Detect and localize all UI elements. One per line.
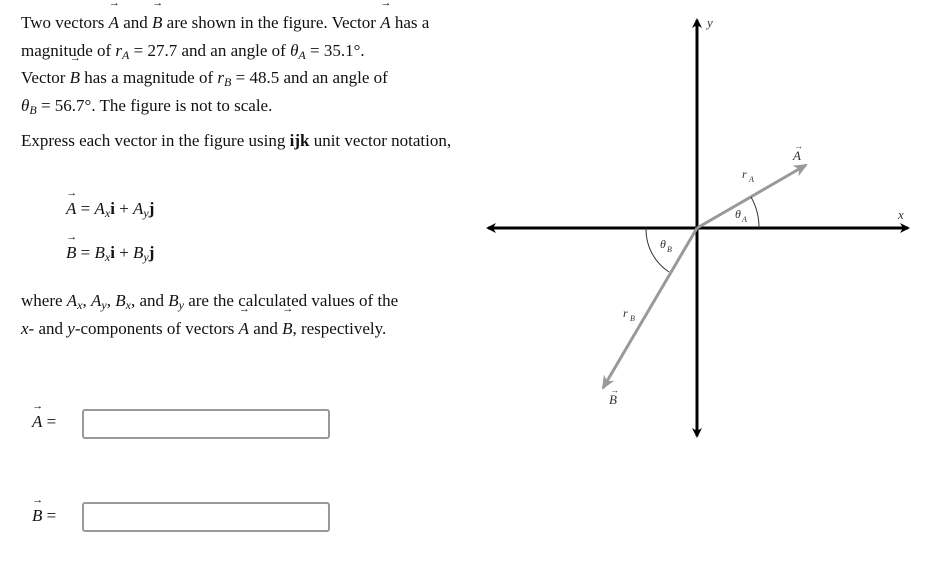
vector-figure: y x A → B → r A r B θ A θ B <box>486 15 910 438</box>
ra-label: r <box>742 167 747 181</box>
theta-a-arc <box>750 196 760 229</box>
rb-label: r <box>623 306 628 320</box>
ra-label-sub: A <box>748 175 754 184</box>
vector-b-arrow <box>601 227 699 390</box>
theta-a-label-sub: A <box>741 215 747 224</box>
theta-a-label: θ <box>735 207 741 221</box>
vector-b-label-arrow: → <box>610 385 619 395</box>
theta-b-label: θ <box>660 237 666 251</box>
y-axis-label: y <box>705 15 713 30</box>
rb-label-sub: B <box>630 314 635 323</box>
theta-b-label-sub: B <box>667 245 672 254</box>
x-axis-label: x <box>897 207 904 222</box>
vector-a-label-arrow: → <box>794 141 803 151</box>
